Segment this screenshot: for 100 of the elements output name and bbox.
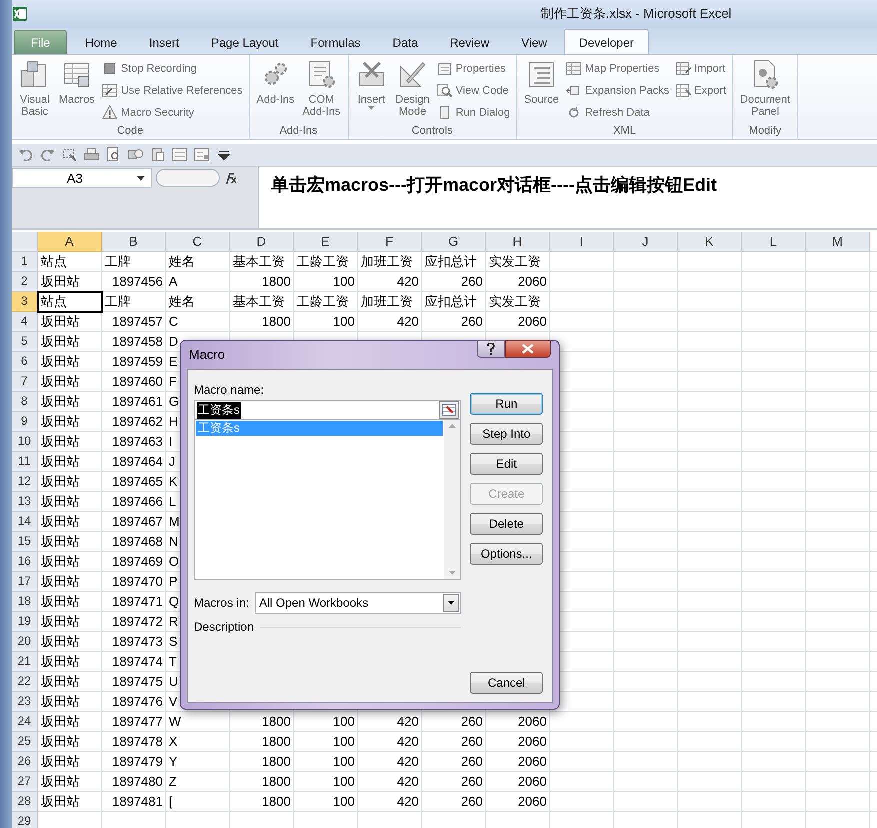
ribbon-button[interactable]: Macros [56, 57, 98, 123]
row-header[interactable]: 15 [12, 532, 38, 552]
row-header[interactable]: 19 [12, 612, 38, 632]
ribbon-tab[interactable]: Developer [564, 29, 649, 55]
ribbon-button[interactable]: Source [521, 57, 562, 123]
column-header[interactable]: M [806, 232, 870, 252]
dialog-button[interactable]: Delete [470, 513, 543, 535]
column-header[interactable]: H [486, 232, 550, 252]
ribbon-tab[interactable]: Home [70, 30, 132, 54]
name-box[interactable]: A3 [12, 168, 152, 188]
row-header[interactable]: 11 [12, 452, 38, 472]
row-header[interactable]: 12 [12, 472, 38, 492]
ribbon-tab[interactable]: Review [435, 30, 504, 54]
ribbon-button[interactable]: Expansion Packs [564, 81, 672, 101]
row-header[interactable]: 6 [12, 352, 38, 372]
form-icon[interactable] [172, 147, 188, 163]
close-button[interactable] [505, 340, 551, 358]
ribbon-button[interactable]: Stop Recording [100, 59, 245, 79]
ribbon-button[interactable]: COM Add-Ins [300, 57, 344, 123]
table-cell: 1897463 [112, 434, 163, 449]
scrollbar[interactable] [444, 420, 460, 579]
row-header[interactable]: 17 [12, 572, 38, 592]
active-cell[interactable]: 站点 [38, 292, 102, 312]
row-header[interactable]: 16 [12, 552, 38, 572]
row-header[interactable]: 4 [12, 312, 38, 332]
row-header[interactable]: 2 [12, 272, 38, 292]
table-cell: 姓名 [169, 254, 195, 269]
row-header[interactable]: 13 [12, 492, 38, 512]
ribbon-tab[interactable]: View [506, 30, 562, 54]
dialog-button[interactable]: Edit [470, 453, 543, 475]
range-select-button[interactable] [439, 401, 460, 419]
row-header[interactable]: 29 [12, 812, 38, 828]
row-header[interactable]: 25 [12, 732, 38, 752]
table-cell: U [169, 674, 178, 689]
cancel-button[interactable]: Cancel [470, 672, 543, 694]
ribbon-button[interactable]: Add-Ins [254, 57, 298, 123]
row-header[interactable]: 26 [12, 752, 38, 772]
undo-icon[interactable] [18, 147, 34, 163]
column-header[interactable]: A [38, 232, 102, 252]
formula-field[interactable]: 单击宏macros---打开macor对话框----点击编辑按钮Edit [258, 167, 877, 228]
row-header[interactable]: 5 [12, 332, 38, 352]
row-header[interactable]: 23 [12, 692, 38, 712]
ribbon-button[interactable]: Visual Basic [16, 57, 54, 123]
ribbon-button[interactable]: Map Properties [564, 59, 672, 79]
table-cell: 420 [397, 274, 419, 289]
dialog-button[interactable]: Step Into [470, 423, 543, 445]
row-header[interactable]: 1 [12, 252, 38, 272]
column-header[interactable]: F [358, 232, 422, 252]
column-header[interactable]: D [230, 232, 294, 252]
dialog-button[interactable]: Options... [470, 543, 543, 565]
column-header[interactable]: E [294, 232, 358, 252]
column-header[interactable]: J [614, 232, 678, 252]
row-header[interactable]: 10 [12, 432, 38, 452]
input-field[interactable]: 工资条s [194, 400, 462, 420]
ribbon-tab[interactable]: Page Layout [196, 30, 294, 54]
ribbon-button[interactable]: Use Relative References [100, 81, 245, 101]
ribbon-button[interactable]: Run Dialog [434, 103, 512, 123]
column-header[interactable]: I [550, 232, 614, 252]
row-header[interactable]: 22 [12, 672, 38, 692]
row-header[interactable]: 18 [12, 592, 38, 612]
row-header[interactable]: 27 [12, 772, 38, 792]
row-header[interactable]: 24 [12, 712, 38, 732]
ribbon-button[interactable]: Macro Security [100, 103, 245, 123]
ribbon-button[interactable]: Document Panel [737, 57, 794, 123]
ribbon-button[interactable]: Insert [352, 57, 391, 123]
ribbon-tab[interactable]: Formulas [296, 30, 376, 54]
row-header[interactable]: 9 [12, 412, 38, 432]
function-icon[interactable] [224, 171, 238, 185]
column-header[interactable]: L [742, 232, 806, 252]
table-cell: 2060 [518, 794, 547, 809]
dropdown-arrow-icon[interactable] [137, 176, 145, 180]
ribbon-button[interactable]: Properties [434, 59, 512, 79]
column-header[interactable]: G [422, 232, 486, 252]
ribbon-button[interactable]: Refresh Data [564, 103, 672, 123]
column-header[interactable]: C [166, 232, 230, 252]
form-icon[interactable] [194, 147, 210, 163]
dropdown-arrow-icon[interactable] [448, 601, 455, 605]
ribbon-button[interactable]: Export [674, 81, 728, 101]
help-button[interactable] [477, 340, 505, 358]
row-header[interactable]: 28 [12, 792, 38, 812]
ribbon-tab[interactable]: Data [378, 30, 434, 54]
row-header[interactable]: 8 [12, 392, 38, 412]
resize-handle[interactable] [156, 169, 220, 187]
row-header[interactable]: 21 [12, 652, 38, 672]
paste-icon[interactable] [150, 147, 166, 163]
select-icon[interactable] [62, 147, 78, 163]
row-header[interactable]: 20 [12, 632, 38, 652]
ribbon-button[interactable]: View Code [434, 81, 512, 101]
redo-icon[interactable] [40, 147, 56, 163]
row-header[interactable]: 3 [12, 292, 38, 312]
dropdown[interactable]: All Open Workbooks [255, 592, 462, 614]
column-header[interactable]: K [678, 232, 742, 252]
ribbon-button[interactable]: Import [674, 59, 728, 79]
row-header[interactable]: 14 [12, 512, 38, 532]
dialog-button[interactable]: Run [470, 393, 543, 415]
column-header[interactable]: B [102, 232, 166, 252]
row-header[interactable]: 7 [12, 372, 38, 392]
printer-icon[interactable] [84, 147, 100, 163]
ribbon-button[interactable]: Design Mode [392, 57, 433, 123]
ribbon-tab[interactable]: Insert [134, 30, 194, 54]
